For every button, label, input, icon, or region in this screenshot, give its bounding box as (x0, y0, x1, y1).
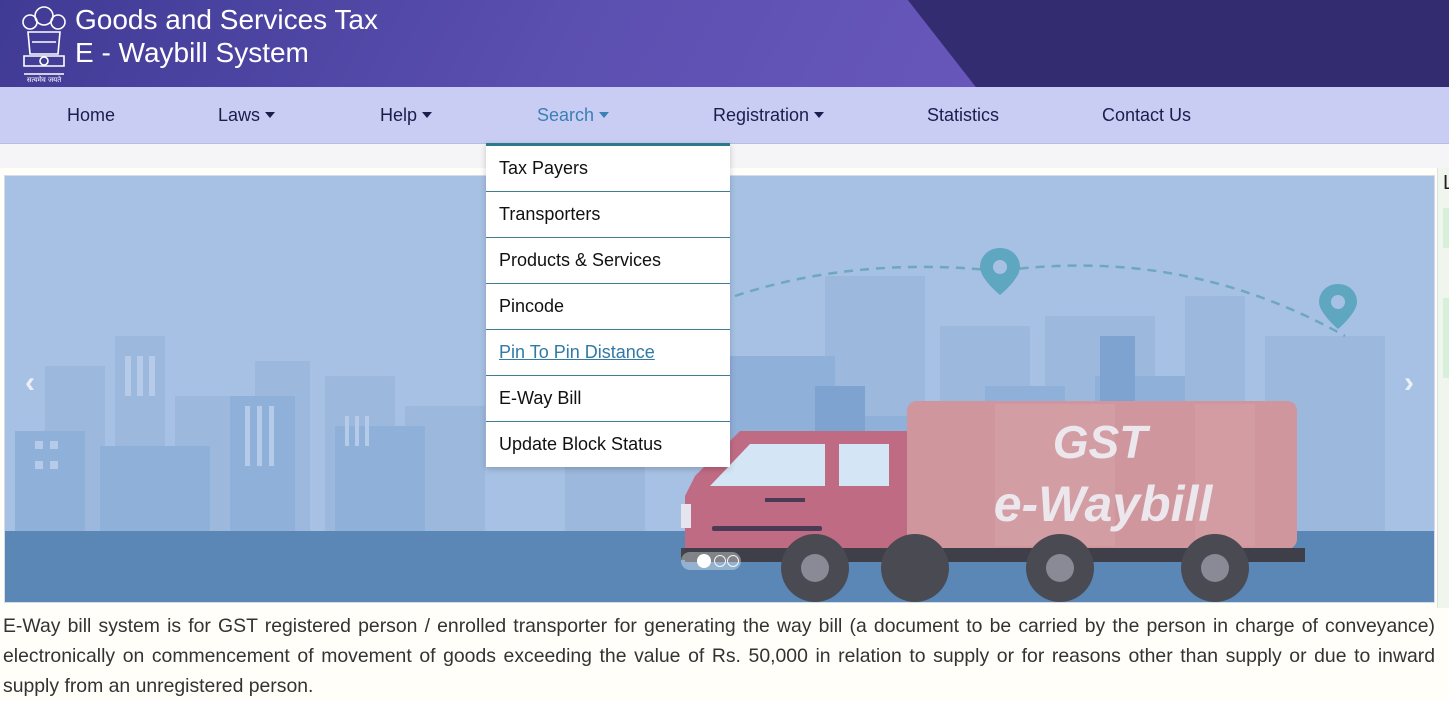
system-description: E-Way bill system is for GST registered … (3, 615, 1435, 697)
menu-item-transporters[interactable]: Transporters (486, 192, 730, 238)
main-nav: Home Laws Help Search Registration Stati… (0, 87, 1449, 144)
right-side-panel: L (1437, 168, 1449, 608)
site-title-line1: Goods and Services Tax (75, 4, 378, 35)
menu-item-eway-bill[interactable]: E-Way Bill (486, 376, 730, 422)
nav-search[interactable]: Search (537, 87, 610, 143)
site-title-line2: E - Waybill System (75, 37, 309, 68)
nav-contact-us[interactable]: Contact Us (1102, 87, 1191, 143)
search-dropdown-menu: Tax Payers Transporters Products & Servi… (486, 143, 730, 467)
menu-item-update-block-status[interactable]: Update Block Status (486, 422, 730, 467)
carousel-indicator-2[interactable] (714, 555, 726, 567)
caret-down-icon (814, 112, 825, 118)
caret-down-icon (599, 112, 610, 118)
chevron-right-icon[interactable]: › (1404, 366, 1414, 400)
site-title: Goods and Services Tax E - Waybill Syste… (75, 3, 378, 69)
right-panel-block (1443, 208, 1449, 248)
nav-statistics[interactable]: Statistics (927, 87, 999, 143)
carousel-indicator-1[interactable] (697, 554, 711, 568)
menu-item-pincode[interactable]: Pincode (486, 284, 730, 330)
right-panel-block (1443, 298, 1449, 378)
national-emblem-icon: सत्यमेव जयते (22, 6, 66, 84)
caret-down-icon (265, 112, 276, 118)
banner-text-gst: GST (1053, 416, 1151, 468)
carousel-indicator-3[interactable] (727, 555, 739, 567)
chevron-left-icon[interactable]: ‹ (25, 366, 35, 400)
menu-item-pin-to-pin-distance[interactable]: Pin To Pin Distance (486, 330, 730, 376)
nav-registration[interactable]: Registration (713, 87, 825, 143)
caret-down-icon (422, 112, 433, 118)
nav-laws[interactable]: Laws (218, 87, 276, 143)
nav-home[interactable]: Home (67, 87, 115, 143)
banner-text-ewaybill: e-Waybill (994, 476, 1214, 532)
carousel-indicators (681, 552, 741, 570)
nav-help[interactable]: Help (380, 87, 433, 143)
menu-item-products-services[interactable]: Products & Services (486, 238, 730, 284)
header-decor-shape-dark (900, 0, 1449, 87)
site-header: सत्यमेव जयते Goods and Services Tax E - … (0, 0, 1449, 87)
right-panel-label: L (1443, 172, 1449, 194)
menu-item-tax-payers[interactable]: Tax Payers (486, 146, 730, 192)
svg-text:सत्यमेव जयते: सत्यमेव जयते (27, 75, 62, 84)
